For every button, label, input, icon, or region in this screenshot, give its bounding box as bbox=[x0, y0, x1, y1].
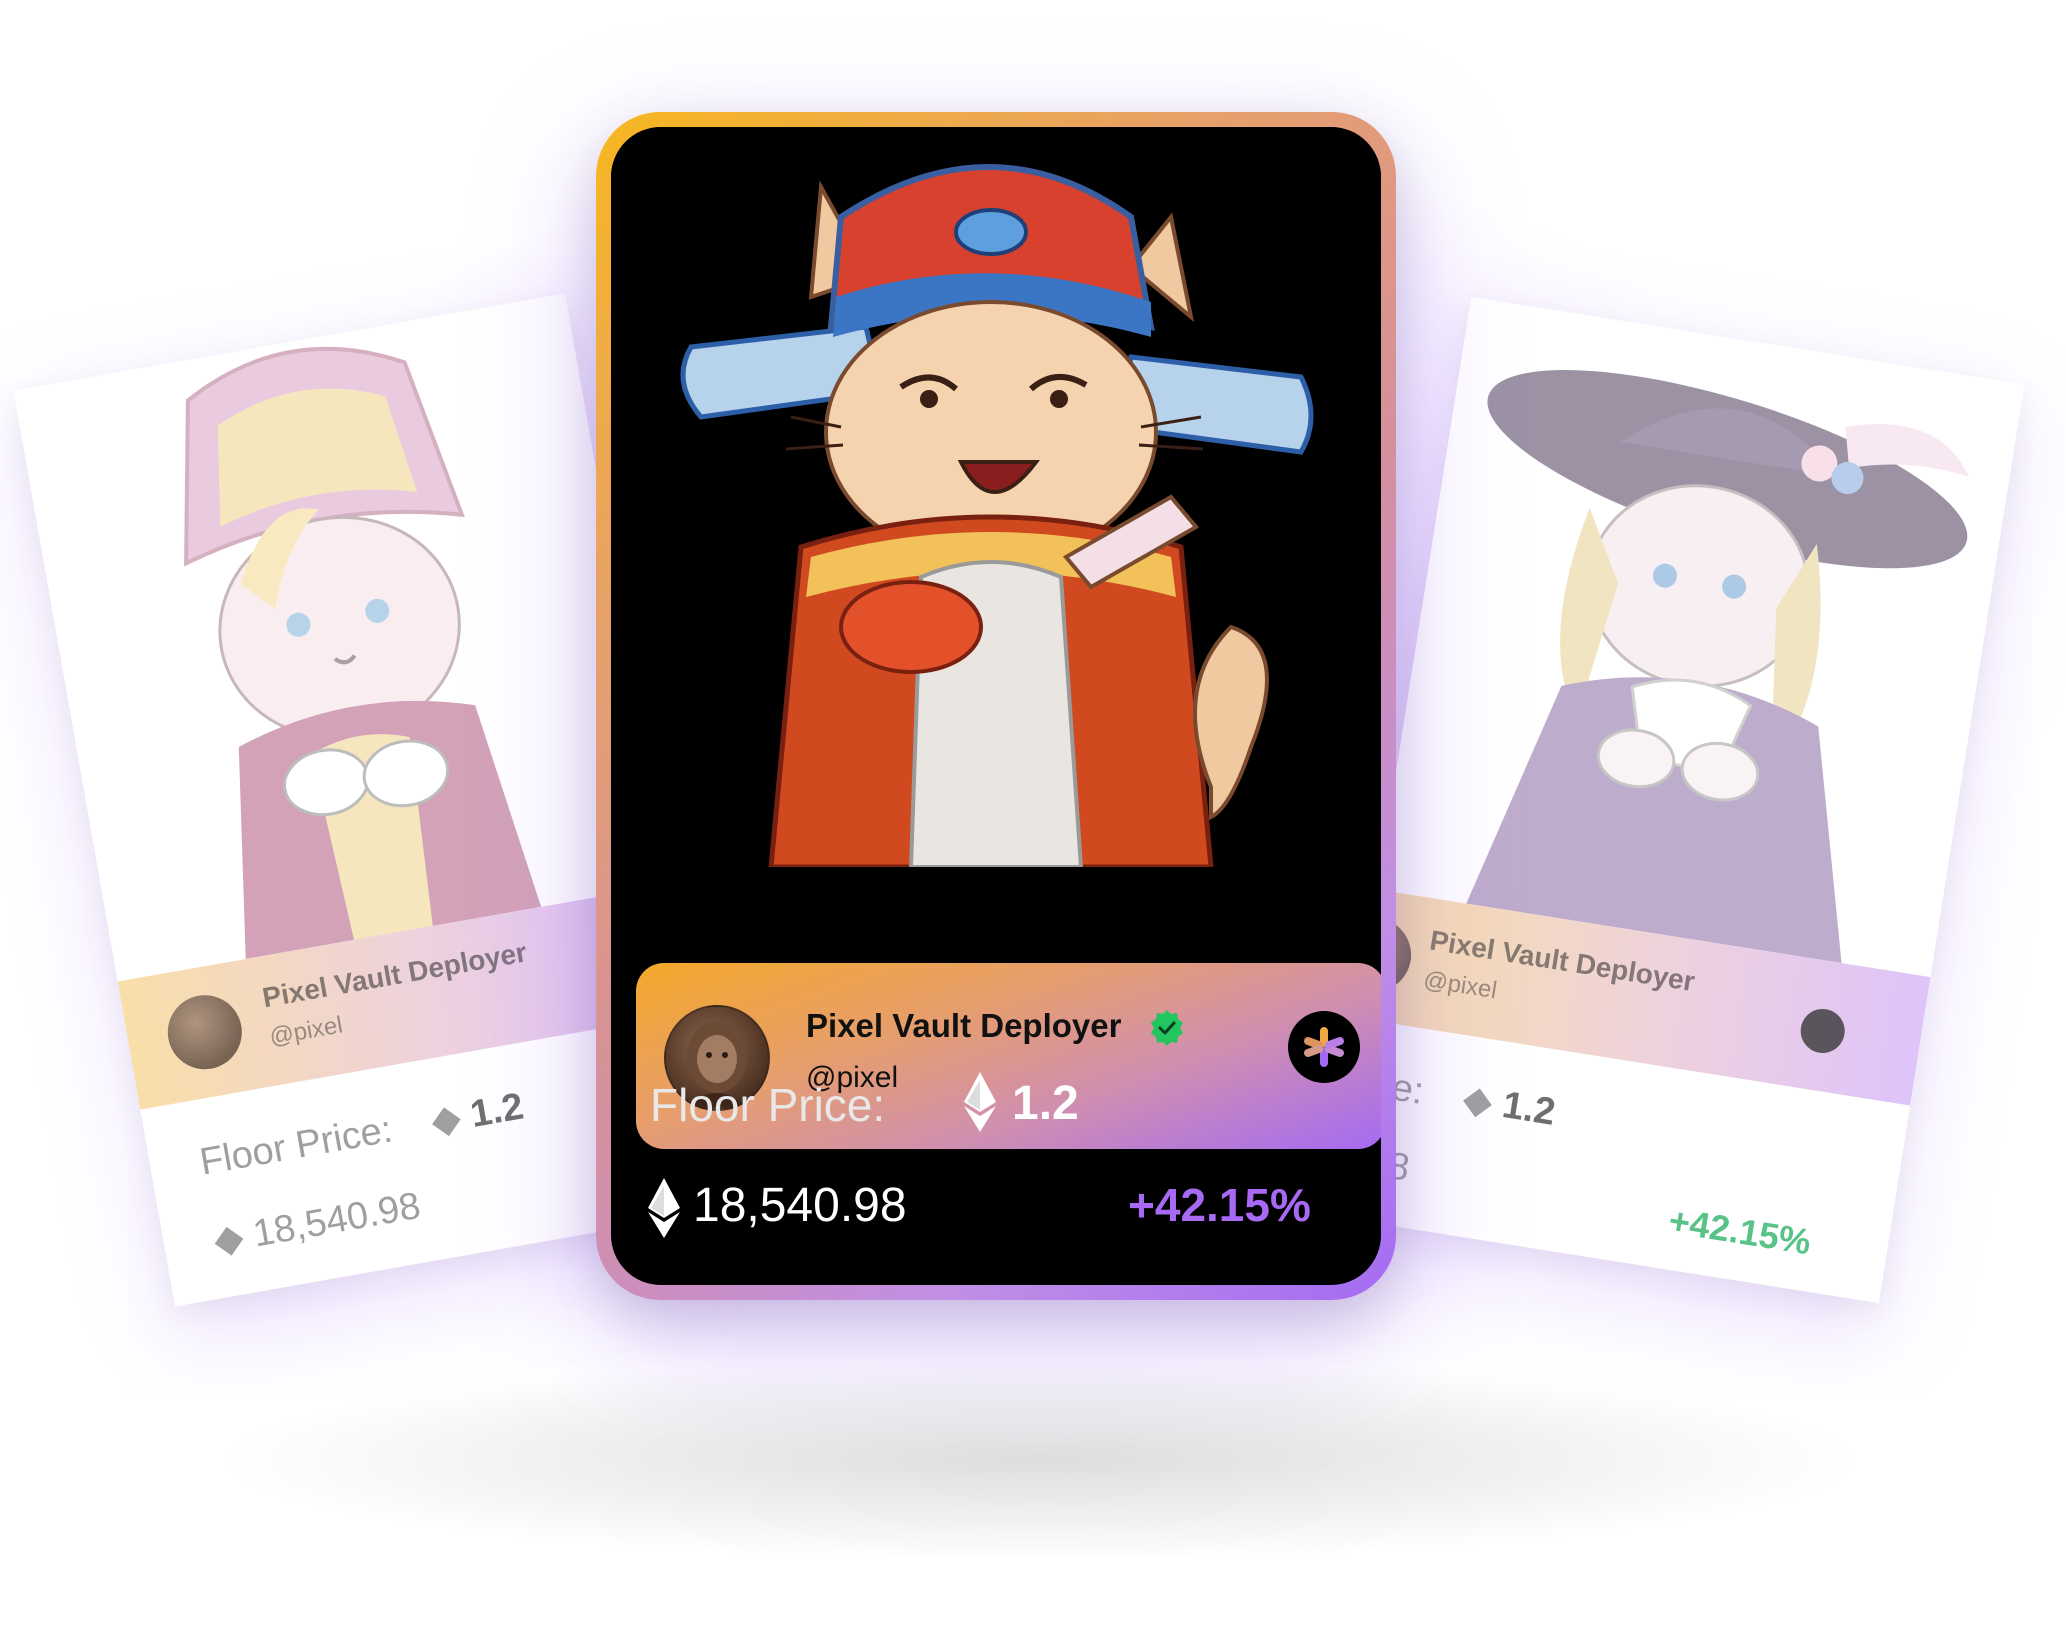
right-nft-card[interactable]: Pixel Vault Deployer @pixel Price: ◆ 1.2… bbox=[1325, 296, 2025, 1304]
left-card-floor-value: 1.2 bbox=[467, 1085, 527, 1136]
collection-badge[interactable] bbox=[1288, 1011, 1360, 1083]
left-card-floor-label: Floor Price: bbox=[196, 1108, 396, 1184]
left-card-artwork bbox=[13, 293, 670, 982]
ethereum-icon: ◆ bbox=[1460, 1077, 1496, 1124]
left-card-floor-price: Floor Price: ◆ 1.2 bbox=[196, 1083, 527, 1184]
collection-asterisk-icon bbox=[1304, 1027, 1344, 1067]
right-card-artwork bbox=[1377, 296, 2025, 978]
volume-value: 18,540.98 bbox=[693, 1179, 907, 1232]
floor-price-row: Floor Price: 1.2 bbox=[650, 1072, 1150, 1138]
ethereum-icon: ◆ bbox=[210, 1215, 247, 1263]
right-card-floor-value: 1.2 bbox=[1499, 1084, 1559, 1134]
floor-price-label: Floor Price: bbox=[650, 1079, 886, 1131]
creator-name[interactable]: Pixel Vault Deployer bbox=[806, 1007, 1121, 1045]
floor-shadow bbox=[230, 1360, 1850, 1560]
ethereum-icon: ◆ bbox=[428, 1096, 465, 1143]
right-card-change: +42.15% bbox=[1666, 1199, 1814, 1263]
left-card-volume: ◆ 18,540.98 bbox=[210, 1183, 424, 1264]
ethereum-icon bbox=[648, 1178, 680, 1238]
verified-check-icon bbox=[1151, 1010, 1183, 1046]
featured-nft-artwork[interactable] bbox=[611, 127, 1381, 867]
price-change-value: +42.15% bbox=[1128, 1179, 1311, 1231]
floor-price-value: 1.2 bbox=[1012, 1077, 1079, 1130]
ethereum-icon bbox=[964, 1072, 996, 1132]
left-card-volume-value: 18,540.98 bbox=[249, 1184, 424, 1256]
